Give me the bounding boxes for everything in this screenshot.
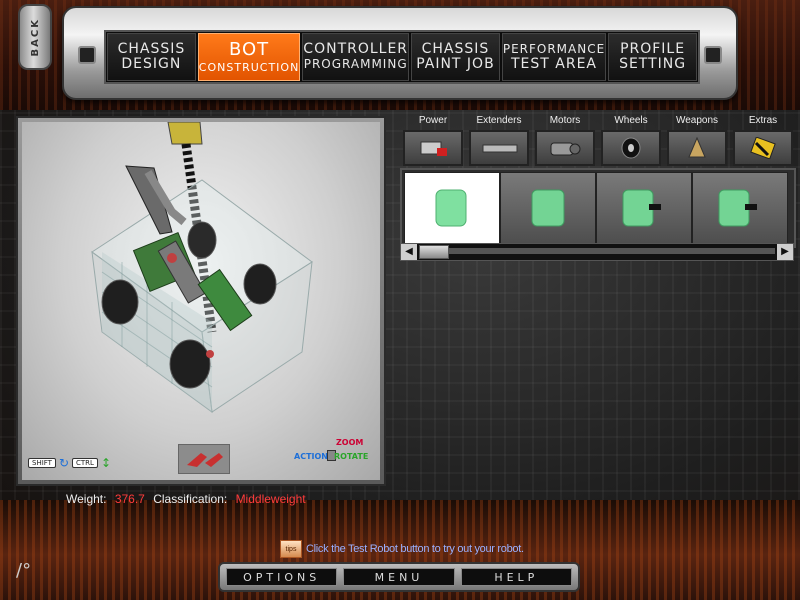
part-slot[interactable]: [692, 172, 788, 244]
category-label: Extenders: [476, 115, 522, 126]
nav-right-cap: [704, 46, 722, 64]
action-label: ACTION: [294, 452, 328, 461]
tab-label-line1: CHASSIS: [117, 41, 186, 57]
tab-label-line2: CONSTRUCTION: [198, 60, 300, 74]
wheel-icon: [601, 130, 661, 166]
back-button[interactable]: BACK: [18, 4, 52, 70]
menu-button[interactable]: MENU: [343, 568, 455, 586]
classification-value: Middleweight: [235, 492, 306, 506]
category-weapons[interactable]: Weapons: [666, 114, 728, 166]
rotate-label: ROTATE: [334, 452, 369, 461]
mouse-controls-legend: ZOOM ACTION ROTATE: [294, 438, 374, 468]
weight-value: 376.7: [114, 492, 145, 506]
part-selection-strip: [400, 168, 796, 248]
viewport-key-hints: SHIFT ↻ CTRL ↕: [28, 456, 111, 470]
wrench-icon: [187, 453, 223, 467]
category-motors[interactable]: Motors: [534, 114, 596, 166]
scroll-thumb[interactable]: [419, 245, 449, 259]
green-battery-icon: [531, 189, 565, 227]
robot-model-render: [91, 122, 313, 414]
zoom-label: ZOOM: [336, 438, 364, 447]
category-label: Motors: [549, 115, 581, 126]
shift-key: SHIFT: [28, 458, 56, 468]
tab-label-line2: TEST AREA: [511, 56, 598, 72]
tab-label-line1: PROFILE: [620, 41, 686, 57]
category-label: Power: [418, 115, 448, 126]
tab-label-line2: DESIGN: [121, 56, 182, 72]
green-battery-icon: [435, 189, 467, 227]
rotate-arrow-icon: ↻: [58, 456, 70, 470]
tip-message: tips Click the Test Robot button to try …: [280, 540, 524, 558]
nav-left-cap: [78, 46, 96, 64]
tab-chassis-paint-job[interactable]: CHASSIS PAINT JOB: [411, 33, 500, 81]
part-category-bar: Power Extenders Motors Wheels Weapons Ex…: [400, 114, 794, 168]
spike-weapon-icon: [667, 130, 727, 166]
category-power[interactable]: Power: [402, 114, 464, 166]
tab-label-line1: BOT: [228, 38, 270, 60]
part-slot[interactable]: [596, 172, 692, 244]
scroll-track: [449, 248, 775, 254]
bottom-navigation: OPTIONS MENU HELP: [218, 562, 580, 592]
category-extenders[interactable]: Extenders: [468, 114, 530, 166]
tab-bot-construction[interactable]: BOT CONSTRUCTION: [197, 33, 301, 81]
part-slot[interactable]: [404, 172, 500, 244]
tip-text: Click the Test Robot button to try out y…: [306, 543, 524, 555]
hazard-extra-icon: [733, 130, 793, 166]
part-slot[interactable]: [500, 172, 596, 244]
category-label: Extras: [748, 115, 778, 126]
weight-label: Weight:: [66, 492, 107, 506]
tips-icon: tips: [280, 540, 302, 558]
classification-label: Classification:: [153, 492, 228, 506]
tab-performance-test-area[interactable]: PERFORMANCE TEST AREA: [501, 33, 607, 81]
robot-stats: Weight: 376.7 Classification: Middleweig…: [66, 492, 311, 506]
scroll-right-arrow-icon[interactable]: ▶: [777, 244, 793, 260]
help-button[interactable]: HELP: [460, 568, 572, 586]
tab-label-line2: PROGRAMMING: [303, 57, 408, 71]
green-battery-icon: [622, 189, 661, 227]
ctrl-key: CTRL: [72, 458, 98, 468]
extender-bar-icon: [469, 130, 529, 166]
tab-label-line2: PAINT JOB: [416, 56, 495, 72]
tab-label-line1: PERFORMANCE: [502, 42, 606, 56]
options-button[interactable]: OPTIONS: [226, 568, 338, 586]
vertical-arrow-icon: ↕: [100, 456, 112, 470]
battery-icon: [403, 130, 463, 166]
tab-label-line1: CONTROLLER: [303, 41, 409, 57]
robot-viewport-frame: SHIFT ↻ CTRL ↕ ZOOM ACTION ROTATE: [16, 116, 386, 486]
paint-tool-thumbnail[interactable]: [178, 444, 230, 474]
category-label: Weapons: [675, 115, 719, 126]
tab-controller-programming[interactable]: CONTROLLER PROGRAMMING: [302, 33, 410, 81]
robot-3d-viewport[interactable]: SHIFT ↻ CTRL ↕ ZOOM ACTION ROTATE: [22, 122, 380, 480]
nav-tab-bar: CHASSIS DESIGN BOT CONSTRUCTION CONTROLL…: [104, 30, 700, 84]
top-navigation: CHASSIS DESIGN BOT CONSTRUCTION CONTROLL…: [62, 6, 738, 100]
category-wheels[interactable]: Wheels: [600, 114, 662, 166]
category-label: Wheels: [614, 115, 648, 126]
tab-label-line1: CHASSIS: [421, 41, 490, 57]
scroll-left-arrow-icon[interactable]: ◀: [401, 244, 417, 260]
game-logo-icon: /°: [16, 560, 32, 581]
green-battery-icon: [718, 189, 757, 227]
parts-scrollbar[interactable]: ◀ ▶: [400, 243, 794, 261]
tab-label-line2: SETTING: [619, 56, 687, 72]
tab-profile-setting[interactable]: PROFILE SETTING: [608, 33, 697, 81]
category-extras[interactable]: Extras: [732, 114, 794, 166]
back-button-label: BACK: [29, 17, 41, 57]
motor-icon: [535, 130, 595, 166]
tab-chassis-design[interactable]: CHASSIS DESIGN: [107, 33, 196, 81]
